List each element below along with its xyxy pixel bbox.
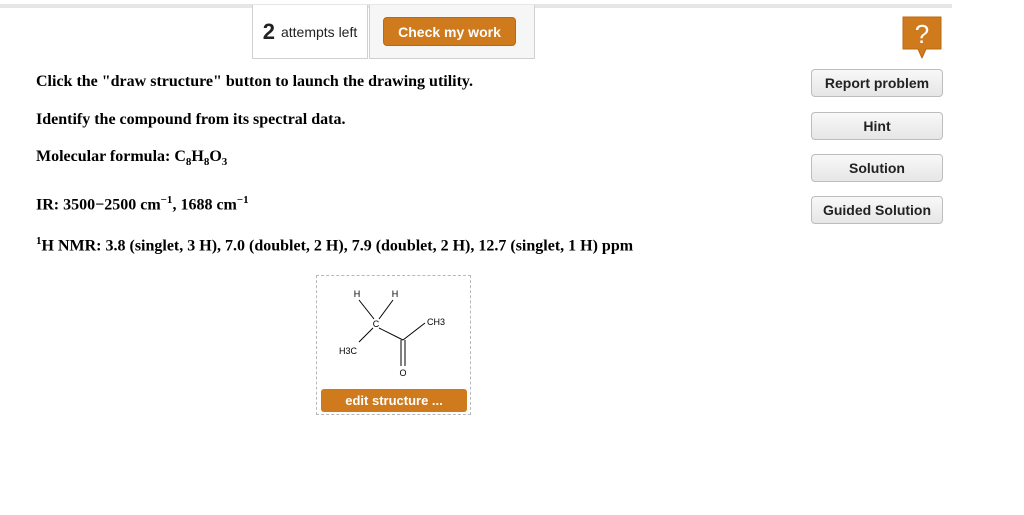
structure-drawing: H H C CH3 H3C O bbox=[339, 289, 445, 378]
ir-exponent-2: −1 bbox=[236, 194, 249, 206]
solution-button[interactable]: Solution bbox=[811, 154, 943, 182]
formula-label: Molecular formula: C bbox=[36, 148, 186, 165]
bond-c-h2 bbox=[378, 299, 394, 320]
nmr-data: 1H NMR: 3.8 (singlet, 3 H), 7.0 (doublet… bbox=[36, 235, 633, 255]
atom-ch3: CH3 bbox=[427, 317, 445, 327]
task-text: Identify the compound from its spectral … bbox=[36, 111, 346, 128]
help-icon[interactable]: ? bbox=[900, 14, 944, 60]
atom-c: C bbox=[373, 319, 380, 329]
ir-data: IR: 3500−2500 cm−1, 1688 cm−1 bbox=[36, 194, 249, 214]
molecular-formula: Molecular formula: C8H8O3 bbox=[36, 148, 227, 168]
formula-o-count: 3 bbox=[221, 156, 228, 169]
instruction-text: Click the "draw structure" button to lau… bbox=[36, 73, 474, 90]
hint-button[interactable]: Hint bbox=[811, 112, 943, 140]
formula-h: H bbox=[191, 148, 204, 165]
atom-h1: H bbox=[354, 289, 361, 299]
atom-o: O bbox=[399, 368, 406, 378]
ir-mid: , 1688 cm bbox=[172, 196, 237, 214]
guided-solution-button[interactable]: Guided Solution bbox=[811, 196, 943, 224]
ir-exponent-1: −1 bbox=[160, 194, 173, 206]
bond-c-h3c bbox=[358, 327, 374, 343]
report-problem-button[interactable]: Report problem bbox=[811, 69, 943, 97]
edit-structure-button[interactable]: edit structure ... bbox=[321, 389, 467, 412]
attempts-label: attempts left bbox=[280, 23, 358, 40]
help-glyph: ? bbox=[915, 19, 929, 49]
bond-carbonyl-ch3 bbox=[402, 322, 426, 341]
attempts-indicator: 2 attempts left bbox=[252, 5, 368, 59]
attempts-count: 2 bbox=[262, 18, 275, 44]
bond-c-h1 bbox=[358, 299, 375, 320]
ir-prefix: IR: 3500−2500 cm bbox=[36, 196, 161, 214]
check-my-work-button[interactable]: Check my work bbox=[383, 17, 516, 46]
atom-h2: H bbox=[392, 289, 399, 299]
structure-canvas[interactable]: H H C CH3 H3C O edit structure ... bbox=[316, 275, 471, 415]
atom-h3c: H3C bbox=[339, 346, 358, 356]
nmr-text: H NMR: 3.8 (singlet, 3 H), 7.0 (doublet,… bbox=[41, 237, 634, 255]
formula-o: O bbox=[209, 148, 222, 165]
check-work-panel: Check my work bbox=[369, 5, 535, 59]
bond-c-carbonyl bbox=[378, 327, 404, 341]
